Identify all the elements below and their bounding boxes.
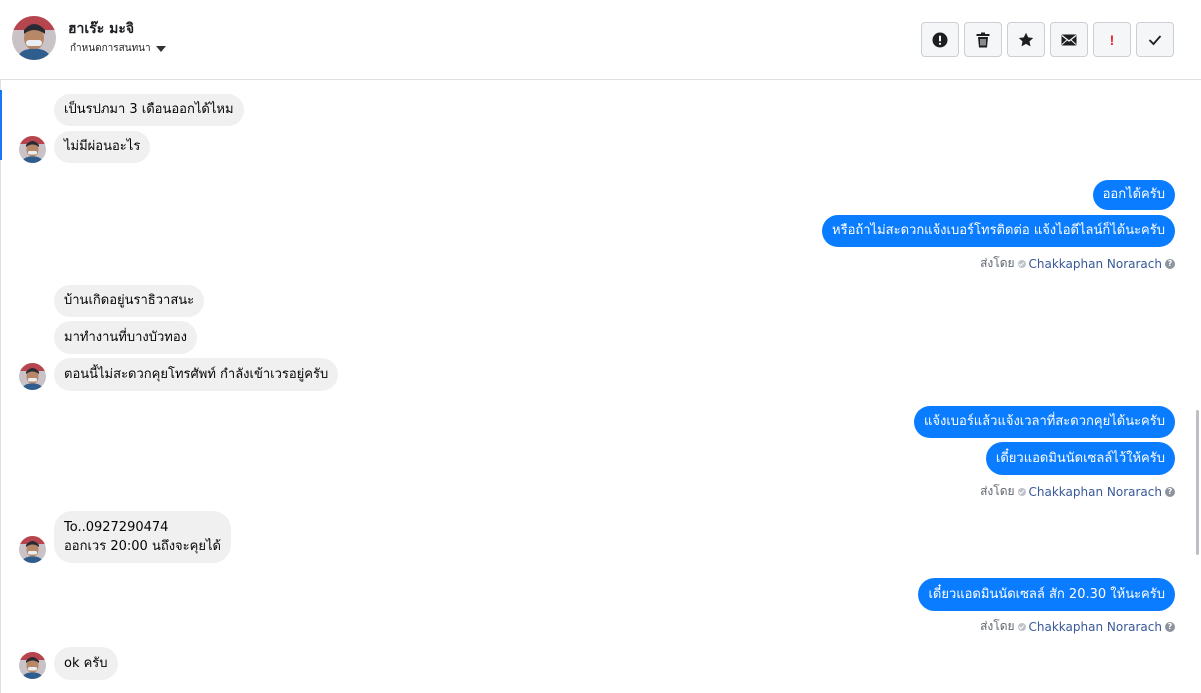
sent-by-label: ส่งโดย Chakkaphan Norarach ? [980, 254, 1175, 273]
message-line: ออกเวร 20:00 นถึงจะคุยได้ [64, 539, 221, 554]
contact-avatar-small [19, 136, 46, 163]
incoming-message[interactable]: มาทำงานที่บางบัวทอง [54, 321, 198, 354]
incoming-message[interactable]: เป็นรปภมา 3 เดือนออกได้ไหม [54, 94, 244, 126]
incoming-message[interactable]: ตอนนี้ไม่สะดวกคุยโทรศัพท์ กำลังเข้าเวรอย… [54, 358, 339, 391]
contact-avatar-small [19, 363, 46, 390]
star-icon [1018, 32, 1034, 46]
important-icon: ! [1109, 31, 1115, 48]
outgoing-message[interactable]: เดี๋ยวแอดมินนัดเซลล์ สัก 20.30 ให้นะครับ [918, 578, 1175, 611]
verified-icon [1017, 487, 1026, 496]
scrollbar-thumb[interactable] [1196, 410, 1199, 555]
mark-important-button[interactable]: ! [1093, 22, 1131, 57]
contact-name[interactable]: ฮาเร๊ะ มะจิ [68, 18, 134, 40]
agent-name-link[interactable]: Chakkaphan Norarach [1029, 257, 1162, 271]
mail-icon [1061, 34, 1077, 45]
sent-by-prefix: ส่งโดย [980, 484, 1015, 498]
spam-alert-icon [932, 32, 948, 47]
agent-name-link[interactable]: Chakkaphan Norarach [1029, 620, 1162, 634]
outgoing-message[interactable]: หรือถ้าไม่สะดวกแจ้งเบอร์โทรติดต่อ แจ้งไอ… [822, 215, 1175, 247]
sent-by-label: ส่งโดย Chakkaphan Norarach ? [980, 482, 1175, 501]
agent-name-link[interactable]: Chakkaphan Norarach [1029, 485, 1162, 499]
mark-spam-button[interactable] [921, 22, 959, 57]
mark-done-button[interactable] [1136, 22, 1174, 57]
conversation-header: ฮาเร๊ะ มะจิ กำหนดการสนทนา ! [0, 0, 1201, 80]
contact-avatar-small [19, 652, 46, 679]
sent-by-label: ส่งโดย Chakkaphan Norarach ? [980, 617, 1175, 636]
sent-by-prefix: ส่งโดย [980, 256, 1015, 270]
assign-conversation-dropdown[interactable]: กำหนดการสนทนา [70, 41, 166, 56]
assign-label: กำหนดการสนทนา [70, 43, 151, 54]
check-icon [1148, 34, 1162, 45]
selection-accent [0, 90, 2, 160]
incoming-message[interactable]: ไม่มีผ่อนอะไร [54, 131, 151, 163]
verified-icon [1017, 622, 1026, 631]
contact-avatar-small [19, 536, 46, 563]
conversation-toolbar: ! [921, 22, 1174, 57]
trash-icon [976, 32, 990, 47]
outgoing-message[interactable]: ออกได้ครับ [1092, 180, 1175, 210]
contact-avatar[interactable] [12, 16, 56, 60]
sent-by-prefix: ส่งโดย [980, 619, 1015, 633]
chevron-down-icon [155, 45, 166, 52]
incoming-message[interactable]: ok ครับ [54, 647, 118, 680]
help-icon[interactable]: ? [1165, 621, 1175, 632]
help-icon[interactable]: ? [1165, 258, 1175, 269]
help-icon[interactable]: ? [1165, 486, 1175, 497]
star-button[interactable] [1007, 22, 1045, 57]
mark-unread-button[interactable] [1050, 22, 1088, 57]
incoming-message[interactable]: บ้านเกิดอยู่นราธิวาสนะ [54, 285, 205, 317]
message-line: To..0927290474 [64, 520, 169, 535]
incoming-message[interactable]: To..0927290474 ออกเวร 20:00 นถึงจะคุยได้ [54, 511, 231, 563]
outgoing-message[interactable]: เดี๋ยวแอดมินนัดเซลล์ไว้ให้ครับ [985, 442, 1175, 475]
delete-button[interactable] [964, 22, 1002, 57]
outgoing-message[interactable]: แจ้งเบอร์แล้วแจ้งเวลาที่สะดวกคุยได้นะครั… [913, 406, 1175, 438]
verified-icon [1017, 259, 1026, 268]
panel-divider [0, 80, 1, 693]
